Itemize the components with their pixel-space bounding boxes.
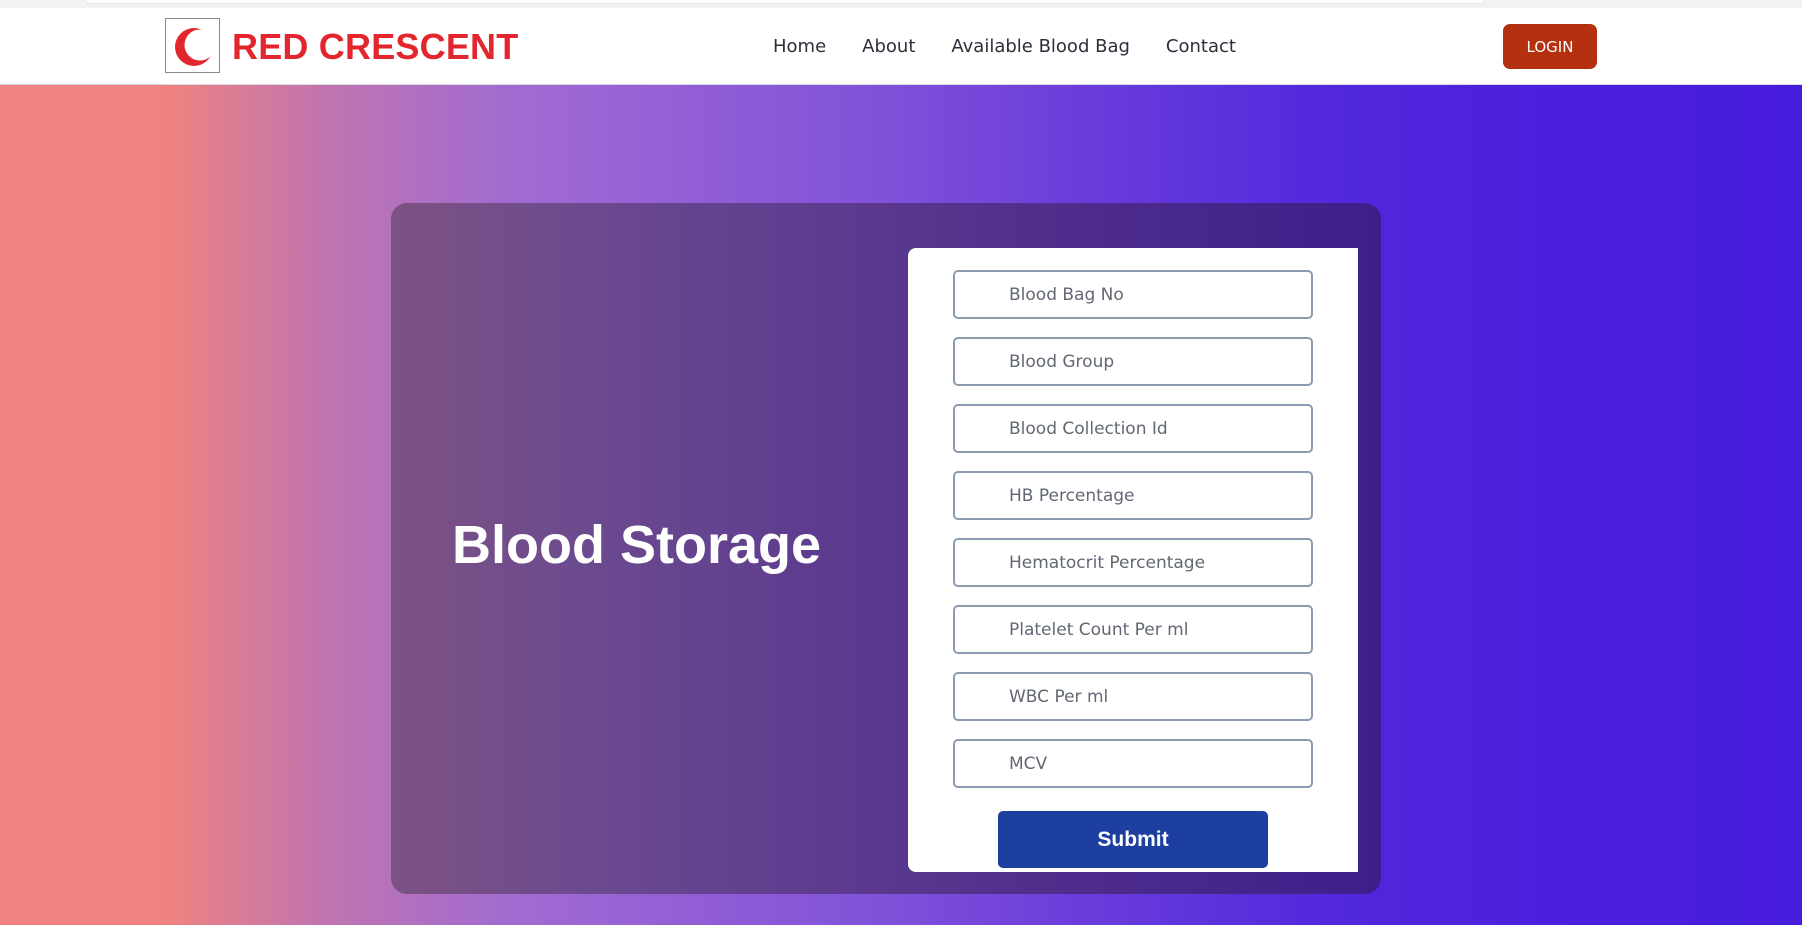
submit-button[interactable]: Submit (998, 811, 1268, 868)
browser-chrome-strip (0, 0, 1802, 8)
mcv-input[interactable] (953, 739, 1313, 788)
logo[interactable] (165, 18, 220, 73)
login-button[interactable]: LOGIN (1503, 24, 1597, 69)
nav-home-link[interactable]: Home (773, 36, 826, 57)
wbc-per-ml-input[interactable] (953, 672, 1313, 721)
blood-group-input[interactable] (953, 337, 1313, 386)
platelet-count-input[interactable] (953, 605, 1313, 654)
red-crescent-icon (175, 28, 216, 66)
blood-bag-no-input[interactable] (953, 270, 1313, 319)
nav-contact-link[interactable]: Contact (1166, 36, 1236, 57)
nav-available-blood-bag-link[interactable]: Available Blood Bag (951, 36, 1130, 57)
main-nav: Home About Available Blood Bag Contact (773, 36, 1236, 57)
brand-name[interactable]: RED CRESCENT (232, 26, 518, 68)
page-title: Blood Storage (452, 515, 822, 575)
address-bar-edge (85, 0, 1485, 4)
blood-collection-id-input[interactable] (953, 404, 1313, 453)
site-header: RED CRESCENT Home About Available Blood … (0, 8, 1802, 85)
nav-about-link[interactable]: About (862, 36, 915, 57)
hematocrit-percentage-input[interactable] (953, 538, 1313, 587)
hb-percentage-input[interactable] (953, 471, 1313, 520)
